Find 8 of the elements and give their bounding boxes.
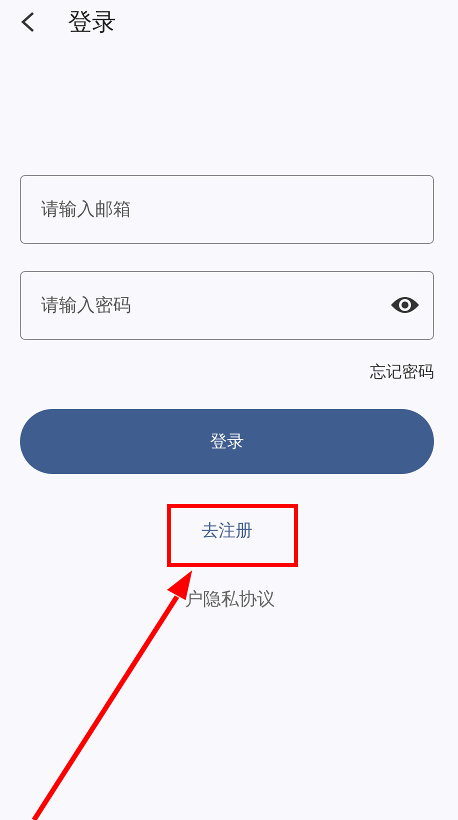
- privacy-policy-link[interactable]: 户隐私协议: [185, 587, 275, 611]
- eye-icon[interactable]: [390, 295, 420, 315]
- register-link[interactable]: 去注册: [202, 519, 252, 542]
- page-title: 登录: [68, 7, 116, 38]
- forgot-password-link[interactable]: 忘记密码: [370, 362, 434, 383]
- email-field[interactable]: 请输入邮箱: [20, 175, 434, 244]
- password-field[interactable]: 请输入密码: [20, 271, 434, 340]
- login-button[interactable]: 登录: [20, 409, 434, 474]
